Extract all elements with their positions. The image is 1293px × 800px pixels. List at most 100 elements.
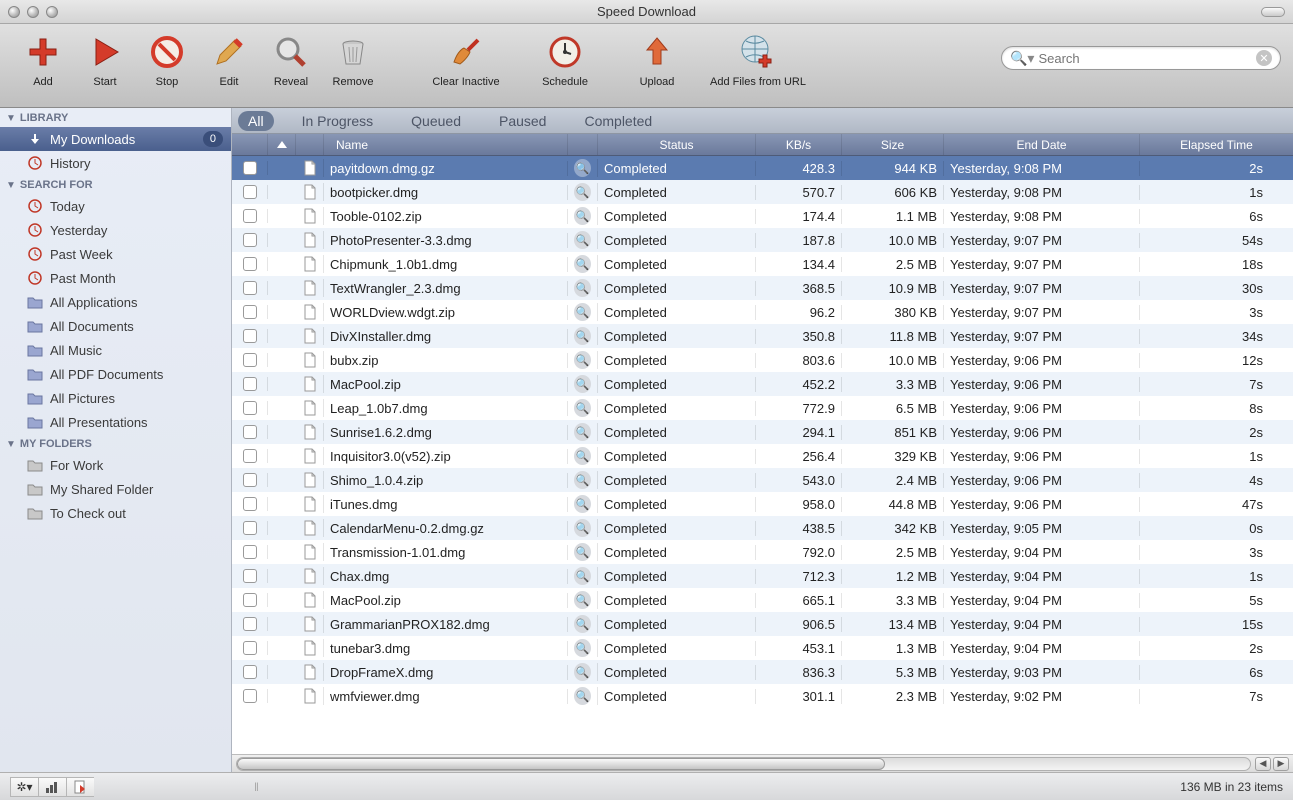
sidebar-item[interactable]: Past Week: [0, 242, 231, 266]
scroll-track[interactable]: [236, 757, 1251, 771]
table-row[interactable]: bubx.zip🔍Completed803.610.0 MBYesterday,…: [232, 348, 1293, 372]
col-sort[interactable]: [268, 134, 296, 155]
table-row[interactable]: Inquisitor3.0(v52).zip🔍Completed256.4329…: [232, 444, 1293, 468]
gear-menu-button[interactable]: ✲▾: [10, 777, 38, 797]
filter-paused[interactable]: Paused: [489, 111, 556, 131]
col-elapsed[interactable]: Elapsed Time: [1140, 134, 1293, 155]
add-button[interactable]: Add: [12, 32, 74, 88]
clear-search-icon[interactable]: ✕: [1256, 50, 1272, 66]
start-button[interactable]: Start: [74, 32, 136, 88]
table-row[interactable]: bootpicker.dmg🔍Completed570.7606 KBYeste…: [232, 180, 1293, 204]
row-checkbox[interactable]: [243, 353, 257, 367]
table-row[interactable]: payitdown.dmg.gz🔍Completed428.3944 KBYes…: [232, 156, 1293, 180]
clear-inactive-button[interactable]: Clear Inactive: [406, 32, 526, 88]
reveal-row-icon[interactable]: 🔍: [574, 159, 591, 177]
filter-in-progress[interactable]: In Progress: [292, 111, 384, 131]
row-checkbox[interactable]: [243, 545, 257, 559]
sidebar-item[interactable]: All Documents: [0, 314, 231, 338]
row-checkbox[interactable]: [243, 449, 257, 463]
sidebar-item[interactable]: Today: [0, 194, 231, 218]
export-button[interactable]: [66, 777, 94, 797]
row-checkbox[interactable]: [243, 497, 257, 511]
reveal-row-icon[interactable]: 🔍: [574, 519, 591, 537]
remove-button[interactable]: Remove: [322, 32, 384, 88]
reveal-row-icon[interactable]: 🔍: [574, 639, 591, 657]
table-row[interactable]: GrammarianPROX182.dmg🔍Completed906.513.4…: [232, 612, 1293, 636]
reveal-row-icon[interactable]: 🔍: [574, 567, 591, 585]
zoom-button[interactable]: [46, 6, 58, 18]
upload-button[interactable]: Upload: [626, 32, 688, 88]
sidebar-item[interactable]: All Pictures: [0, 386, 231, 410]
row-checkbox[interactable]: [243, 161, 257, 175]
table-row[interactable]: Leap_1.0b7.dmg🔍Completed772.96.5 MBYeste…: [232, 396, 1293, 420]
reveal-row-icon[interactable]: 🔍: [574, 279, 591, 297]
col-status[interactable]: Status: [598, 134, 756, 155]
row-checkbox[interactable]: [243, 185, 257, 199]
search-input[interactable]: [1038, 51, 1256, 66]
table-row[interactable]: DropFrameX.dmg🔍Completed836.35.3 MBYeste…: [232, 660, 1293, 684]
col-checkbox[interactable]: [232, 134, 268, 155]
sidebar-item[interactable]: History: [0, 151, 231, 175]
close-button[interactable]: [8, 6, 20, 18]
table-row[interactable]: wmfviewer.dmg🔍Completed301.12.3 MBYester…: [232, 684, 1293, 708]
col-end-date[interactable]: End Date: [944, 134, 1140, 155]
sidebar-resize-handle[interactable]: ‖: [254, 780, 260, 794]
sidebar-item[interactable]: All PDF Documents: [0, 362, 231, 386]
reveal-row-icon[interactable]: 🔍: [574, 327, 591, 345]
reveal-row-icon[interactable]: 🔍: [574, 231, 591, 249]
reveal-row-icon[interactable]: 🔍: [574, 303, 591, 321]
row-checkbox[interactable]: [243, 377, 257, 391]
filter-completed[interactable]: Completed: [574, 111, 662, 131]
row-checkbox[interactable]: [243, 593, 257, 607]
reveal-row-icon[interactable]: 🔍: [574, 399, 591, 417]
scroll-left-button[interactable]: ◀: [1255, 757, 1271, 771]
reveal-row-icon[interactable]: 🔍: [574, 663, 591, 681]
sidebar-item[interactable]: All Presentations: [0, 410, 231, 434]
sidebar-item[interactable]: All Music: [0, 338, 231, 362]
reveal-row-icon[interactable]: 🔍: [574, 447, 591, 465]
search-field[interactable]: 🔍▾ ✕: [1001, 46, 1281, 70]
filter-queued[interactable]: Queued: [401, 111, 471, 131]
horizontal-scrollbar[interactable]: ◀ ▶: [232, 754, 1293, 772]
stats-button[interactable]: [38, 777, 66, 797]
col-reveal[interactable]: [568, 134, 598, 155]
row-checkbox[interactable]: [243, 257, 257, 271]
table-row[interactable]: Chipmunk_1.0b1.dmg🔍Completed134.42.5 MBY…: [232, 252, 1293, 276]
row-checkbox[interactable]: [243, 401, 257, 415]
reveal-button[interactable]: Reveal: [260, 32, 322, 88]
table-row[interactable]: MacPool.zip🔍Completed665.13.3 MBYesterda…: [232, 588, 1293, 612]
minimize-button[interactable]: [27, 6, 39, 18]
table-row[interactable]: CalendarMenu-0.2.dmg.gz🔍Completed438.534…: [232, 516, 1293, 540]
sidebar-item[interactable]: My Shared Folder: [0, 477, 231, 501]
sidebar-header-library[interactable]: ▼ LIBRARY: [0, 108, 231, 127]
sidebar-item[interactable]: Past Month: [0, 266, 231, 290]
table-row[interactable]: Transmission-1.01.dmg🔍Completed792.02.5 …: [232, 540, 1293, 564]
edit-button[interactable]: Edit: [198, 32, 260, 88]
reveal-row-icon[interactable]: 🔍: [574, 543, 591, 561]
sidebar-header-search-for[interactable]: ▼ SEARCH FOR: [0, 175, 231, 194]
scroll-right-button[interactable]: ▶: [1273, 757, 1289, 771]
row-checkbox[interactable]: [243, 209, 257, 223]
table-row[interactable]: DivXInstaller.dmg🔍Completed350.811.8 MBY…: [232, 324, 1293, 348]
row-checkbox[interactable]: [243, 329, 257, 343]
table-row[interactable]: Sunrise1.6.2.dmg🔍Completed294.1851 KBYes…: [232, 420, 1293, 444]
reveal-row-icon[interactable]: 🔍: [574, 615, 591, 633]
toolbar-toggle-button[interactable]: [1261, 7, 1285, 17]
stop-button[interactable]: Stop: [136, 32, 198, 88]
sidebar-item[interactable]: All Applications: [0, 290, 231, 314]
reveal-row-icon[interactable]: 🔍: [574, 207, 591, 225]
table-row[interactable]: PhotoPresenter-3.3.dmg🔍Completed187.810.…: [232, 228, 1293, 252]
row-checkbox[interactable]: [243, 641, 257, 655]
row-checkbox[interactable]: [243, 617, 257, 631]
reveal-row-icon[interactable]: 🔍: [574, 423, 591, 441]
row-checkbox[interactable]: [243, 665, 257, 679]
reveal-row-icon[interactable]: 🔍: [574, 375, 591, 393]
reveal-row-icon[interactable]: 🔍: [574, 471, 591, 489]
table-row[interactable]: iTunes.dmg🔍Completed958.044.8 MBYesterda…: [232, 492, 1293, 516]
sidebar-item[interactable]: Yesterday: [0, 218, 231, 242]
scroll-thumb[interactable]: [237, 758, 885, 770]
add-files-from-url-button[interactable]: Add Files from URL: [688, 32, 828, 88]
sidebar-item[interactable]: To Check out: [0, 501, 231, 525]
schedule-button[interactable]: Schedule: [526, 32, 604, 88]
table-row[interactable]: tunebar3.dmg🔍Completed453.11.3 MBYesterd…: [232, 636, 1293, 660]
